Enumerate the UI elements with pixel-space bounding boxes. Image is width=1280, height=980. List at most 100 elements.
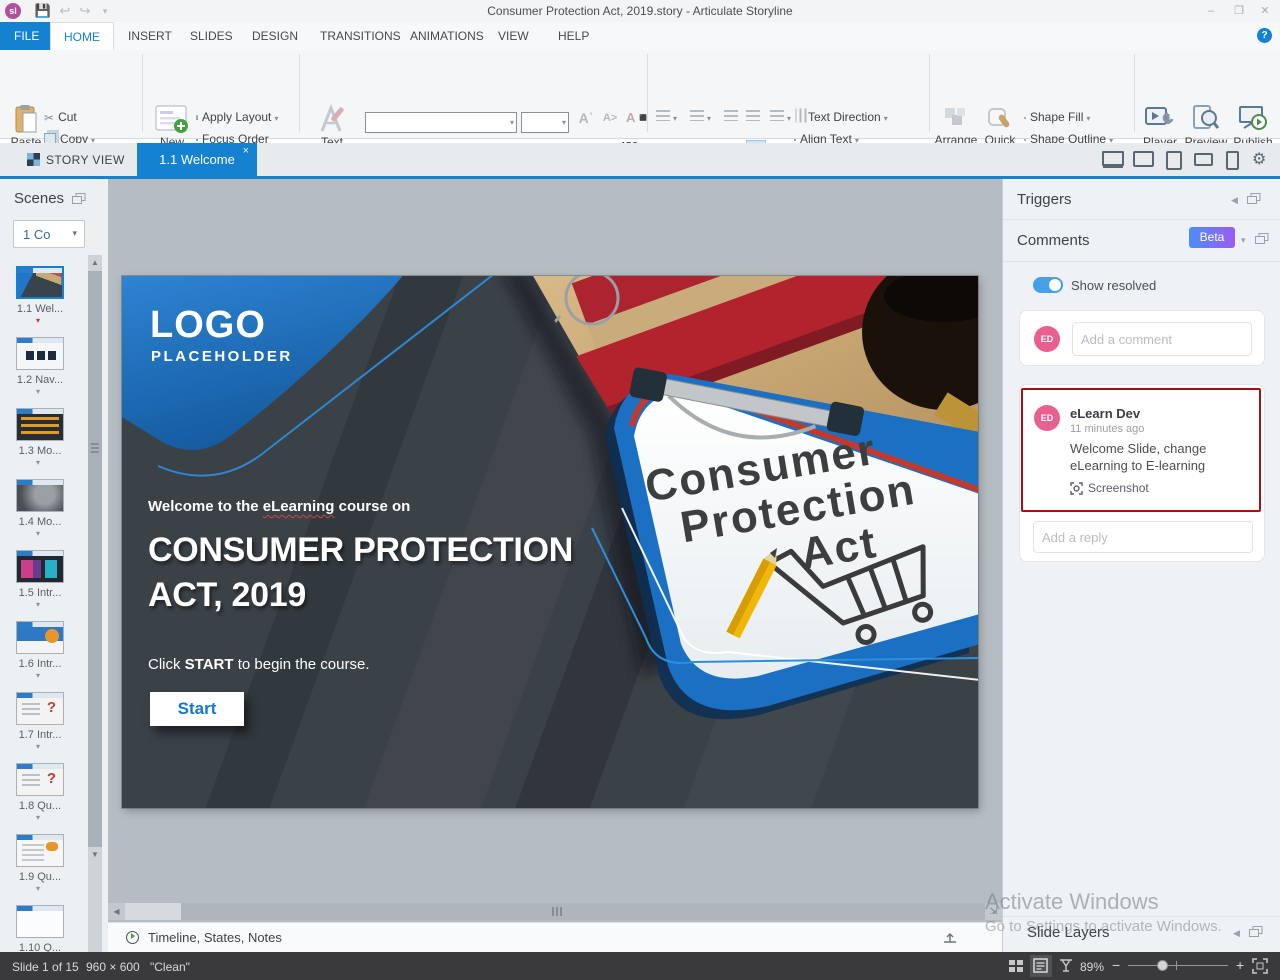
slide-title[interactable]: CONSUMER PROTECTIONACT, 2019 — [148, 528, 628, 618]
cut-button[interactable]: ✂Cut — [44, 107, 77, 127]
scenes-scrollbar[interactable]: ▲ ▼ — [88, 255, 102, 952]
focus-order-icon — [196, 139, 198, 141]
phone-landscape-icon[interactable] — [1194, 153, 1213, 166]
timeline-bar-label[interactable]: Timeline, States, Notes — [148, 930, 282, 945]
logo-placeholder-line2[interactable]: PLACEHOLDER — [151, 348, 293, 365]
thumbnail-slide-1-3[interactable] — [16, 408, 64, 441]
apply-layout-button[interactable]: Apply Layout▾ — [196, 107, 278, 127]
thumbnail-slide-1-10[interactable] — [16, 905, 64, 938]
tablet-portrait-icon[interactable] — [1166, 151, 1182, 170]
scenes-panel-restore-icon[interactable] — [72, 193, 86, 205]
thumbnail-slide-1-4[interactable] — [16, 479, 64, 512]
slide-editor[interactable]: Consumer Protection Act L — [122, 276, 978, 808]
clear-formatting-button[interactable]: A◾ — [626, 108, 646, 128]
thumbnail-slide-1-2[interactable] — [16, 337, 64, 370]
comments-restore-icon[interactable] — [1255, 233, 1269, 245]
thumbnail-label[interactable]: 1.4 Mo... — [0, 516, 80, 528]
tab-view[interactable]: VIEW — [484, 22, 543, 50]
tablet-landscape-icon[interactable] — [1133, 151, 1154, 167]
thumbnail-slide-1-5[interactable] — [16, 550, 64, 583]
tab-slides[interactable]: SLIDES — [176, 22, 247, 50]
save-icon[interactable]: 💾 — [34, 2, 52, 20]
scroll-corner-icon[interactable]: ⇲ — [985, 903, 1002, 920]
player-settings-gear-icon[interactable]: ⚙ — [1252, 149, 1266, 168]
scroll-down-icon[interactable]: ▼ — [88, 847, 102, 863]
comments-dropdown-icon[interactable]: ▾ — [1241, 235, 1246, 246]
tab-help[interactable]: HELP — [544, 22, 603, 50]
minimize-button[interactable]: – — [1198, 3, 1224, 19]
slide-view-mode-active[interactable] — [1030, 955, 1052, 977]
preview-mode-icon[interactable] — [1058, 958, 1074, 974]
close-tab-icon[interactable]: × — [243, 145, 249, 157]
scene-select[interactable]: 1 Co ▾ — [13, 220, 85, 248]
scenes-scrollbar-thumb[interactable] — [88, 271, 102, 847]
timeline-states-notes-bar[interactable]: Timeline, States, Notes — [108, 922, 1002, 954]
slide-1-1-marker-icon[interactable]: ▾ — [36, 316, 40, 325]
close-button[interactable]: ✕ — [1252, 3, 1278, 19]
story-view-tab[interactable]: STORY VIEW — [46, 153, 125, 167]
undo-icon[interactable]: ↩ — [56, 2, 74, 20]
thumbnail-label[interactable]: 1.2 Nav... — [0, 374, 80, 386]
triggers-collapse-icon[interactable]: ◀ — [1231, 195, 1238, 206]
start-button[interactable]: Start — [150, 692, 244, 726]
shrink-font-button[interactable]: A˃ — [600, 108, 620, 128]
bullets-button[interactable]: ▾ — [656, 107, 677, 127]
thumbnail-label[interactable]: 1.9 Qu... — [0, 871, 80, 883]
thumbnail-label[interactable]: 1.5 Intr... — [0, 587, 80, 599]
redo-icon[interactable]: ↪ — [76, 2, 94, 20]
add-comment-input[interactable] — [1072, 322, 1252, 356]
fit-to-window-icon[interactable] — [1252, 958, 1268, 974]
font-size-select[interactable]: ▾ — [521, 112, 569, 133]
scrollbar-thumb[interactable] — [125, 903, 181, 920]
customize-toolbar-icon[interactable]: ▾ — [96, 2, 114, 20]
screenshot-link[interactable]: Screenshot — [1088, 481, 1149, 495]
zoom-in-icon[interactable]: + — [1236, 957, 1244, 973]
slide-layers-collapse-icon[interactable]: ◀ — [1233, 928, 1240, 939]
show-resolved-toggle[interactable] — [1033, 277, 1063, 293]
thumbnail-slide-1-8[interactable]: ? — [16, 763, 64, 796]
thumbnail-slide-1-6[interactable] — [16, 621, 64, 654]
canvas-horizontal-scrollbar[interactable]: ◀ ⇲ — [108, 903, 1002, 920]
slide-layers-restore-icon[interactable] — [1249, 926, 1263, 938]
thumbnail-label[interactable]: 1.7 Intr... — [0, 729, 80, 741]
triggers-restore-icon[interactable] — [1247, 193, 1261, 205]
click-start-text[interactable]: Click START to begin the course. — [148, 656, 370, 673]
scrollbar-grip[interactable] — [552, 907, 562, 916]
shape-fill-button[interactable]: Shape Fill▾ — [1024, 107, 1090, 127]
scroll-up-icon[interactable]: ▲ — [88, 255, 102, 271]
tab-design[interactable]: DESIGN — [238, 22, 312, 50]
restore-button[interactable]: ❐ — [1226, 3, 1252, 19]
desktop-preview-icon[interactable] — [1102, 151, 1124, 166]
tab-animations[interactable]: ANIMATIONS — [396, 22, 498, 50]
logo-placeholder-line1[interactable]: LOGO — [150, 304, 266, 347]
welcome-text[interactable]: Welcome to the eLearning course on — [148, 498, 410, 515]
thumbnail-label[interactable]: 1.3 Mo... — [0, 445, 80, 457]
text-direction-button[interactable]: Text Direction▾ — [794, 107, 888, 127]
grow-font-button[interactable]: Aʾ — [576, 108, 596, 128]
line-spacing-button[interactable]: ▾ — [770, 107, 791, 127]
panel-expand-icon[interactable] — [942, 930, 958, 944]
thumbnail-slide-1-9[interactable] — [16, 834, 64, 867]
add-reply-input[interactable] — [1033, 521, 1253, 553]
zoom-out-icon[interactable]: − — [1112, 957, 1120, 973]
decrease-indent-button[interactable] — [724, 107, 738, 127]
numbering-button[interactable]: ▾ — [690, 107, 711, 127]
scroll-left-icon[interactable]: ◀ — [108, 903, 125, 920]
font-name-select[interactable]: ▾ — [365, 112, 517, 133]
thumbnail-slide-1-7[interactable]: ? — [16, 692, 64, 725]
tab-home[interactable]: HOME — [50, 22, 114, 50]
zoom-slider-knob[interactable] — [1157, 960, 1168, 971]
new-slide-icon — [155, 104, 189, 134]
slide-tab-welcome[interactable]: 1.1 Welcome × — [137, 143, 257, 176]
help-icon[interactable]: ? — [1257, 28, 1272, 43]
story-view-mode-icon[interactable] — [1008, 958, 1024, 974]
phone-portrait-icon[interactable] — [1226, 151, 1239, 170]
bullets-icon — [656, 110, 670, 121]
increase-indent-button[interactable] — [746, 107, 760, 127]
thumbnail-label[interactable]: 1.1 Wel... — [0, 303, 80, 315]
thumbnail-slide-1-1[interactable] — [16, 266, 64, 299]
thumbnail-label[interactable]: 1.8 Qu... — [0, 800, 80, 812]
thumbnail-label[interactable]: 1.6 Intr... — [0, 658, 80, 670]
tab-file[interactable]: FILE — [0, 22, 53, 50]
zoom-slider-track[interactable] — [1128, 965, 1228, 966]
